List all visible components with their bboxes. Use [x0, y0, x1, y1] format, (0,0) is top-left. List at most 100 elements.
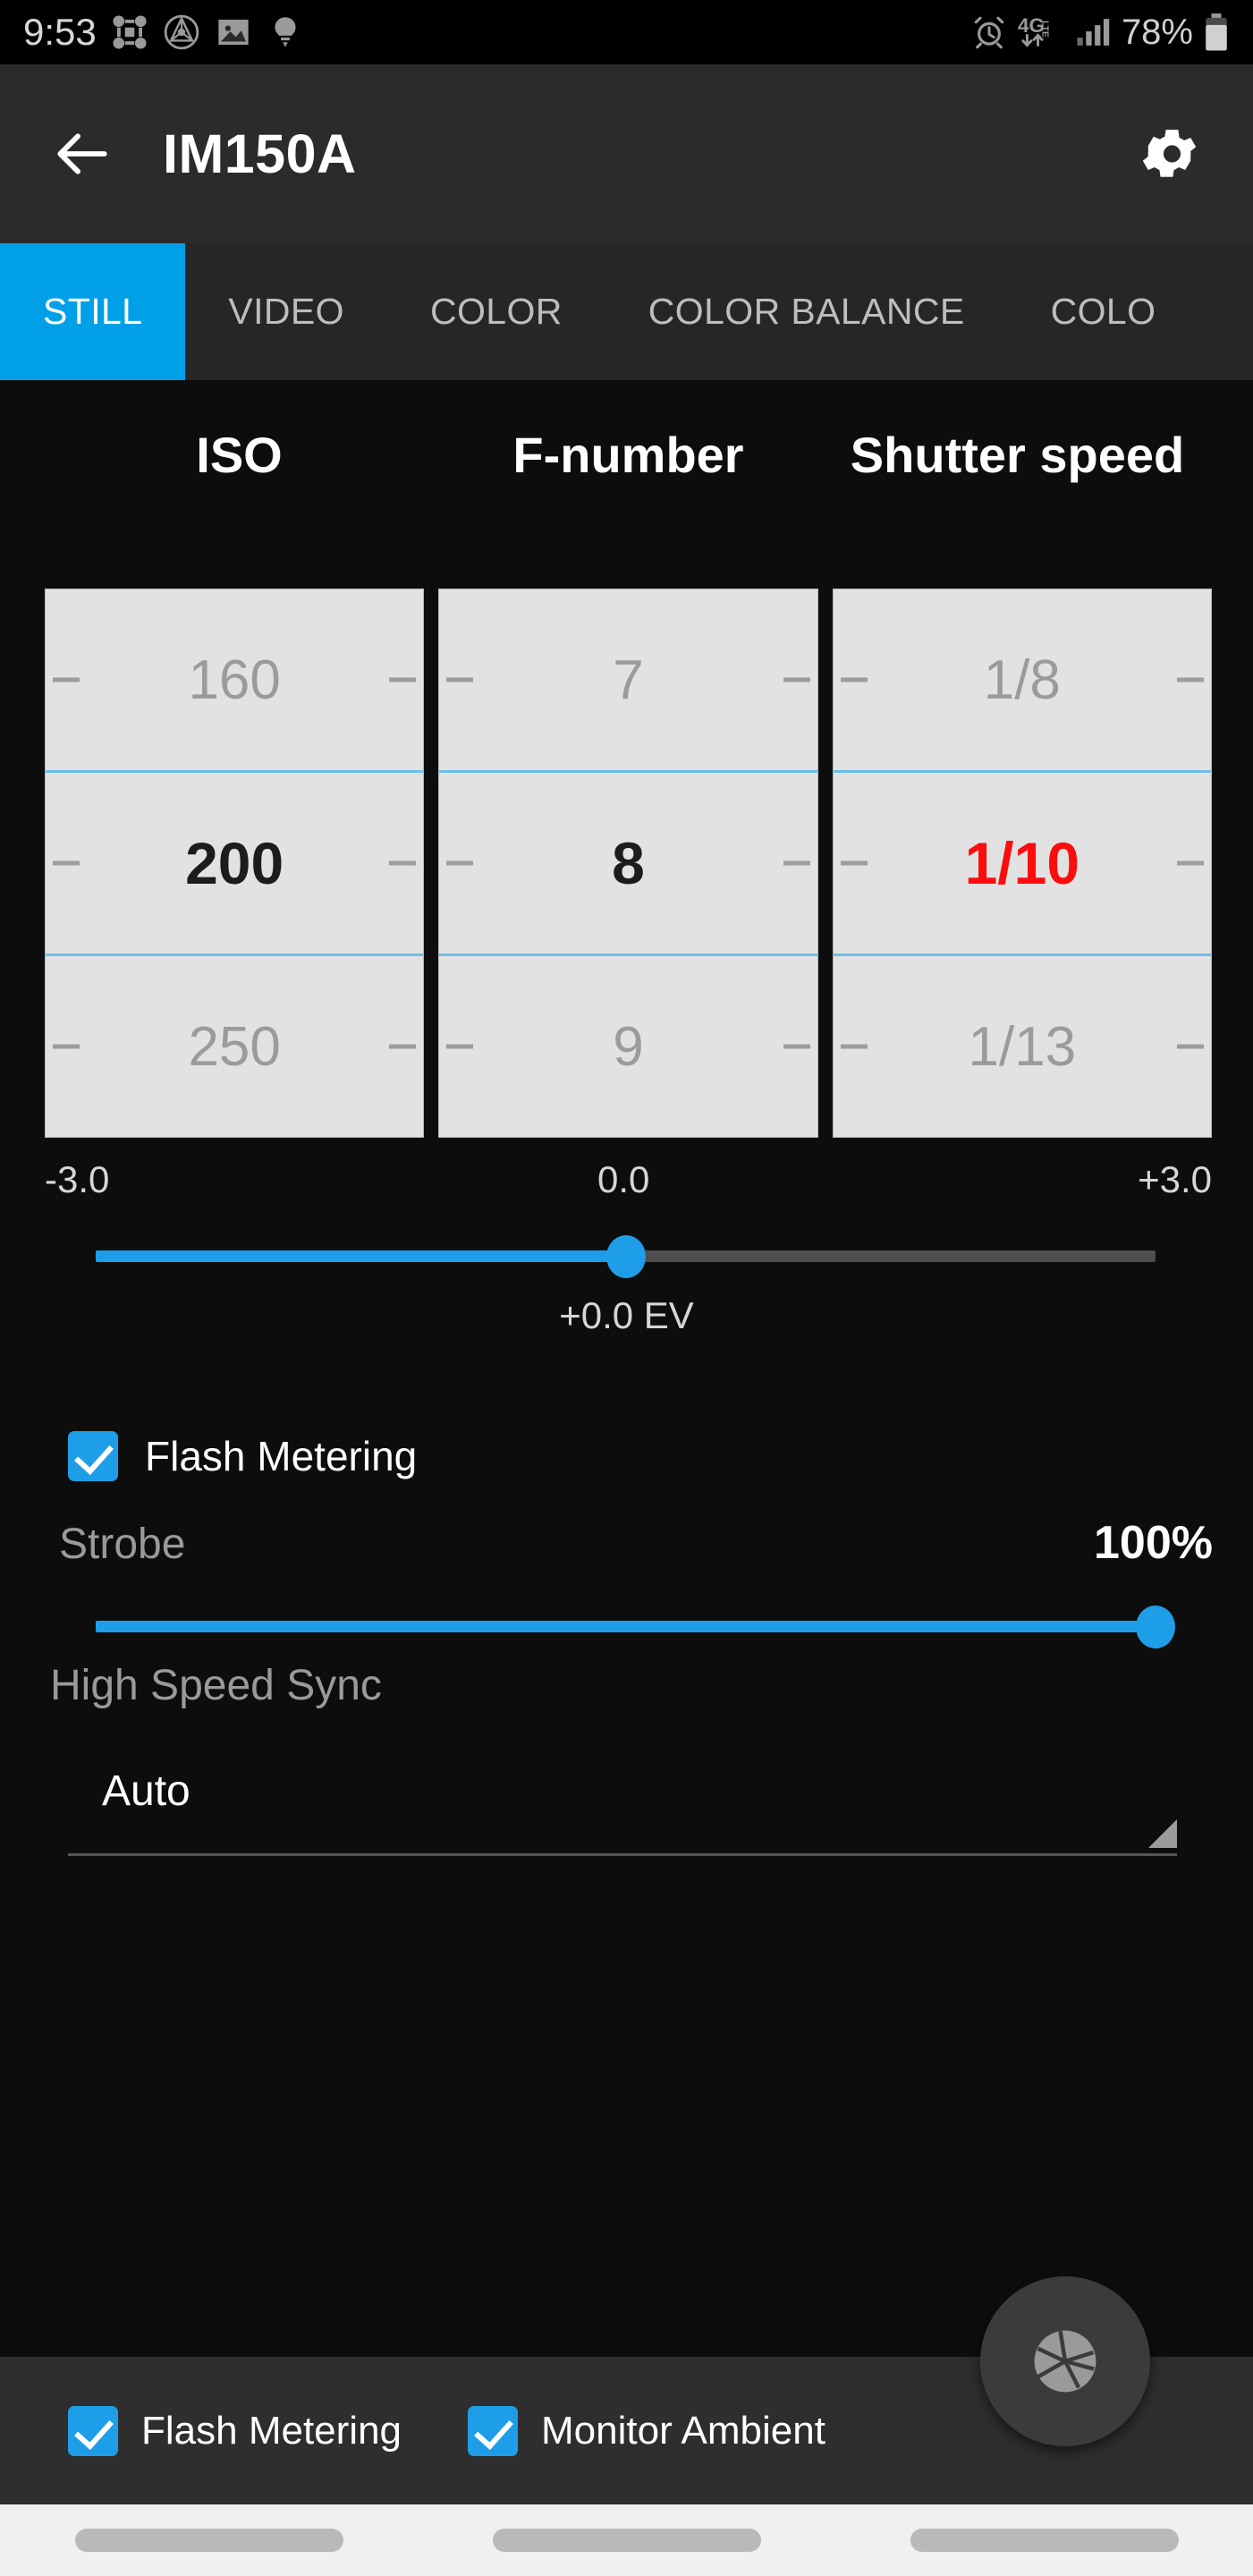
tab-color-overflow[interactable]: COLO — [1008, 243, 1199, 380]
picker-selected-label: 200 — [185, 830, 284, 896]
arrow-left-icon — [57, 133, 107, 174]
tab-video[interactable]: VIDEO — [185, 243, 387, 380]
ev-slider-thumb[interactable] — [605, 1235, 646, 1278]
strobe-slider-thumb[interactable] — [1136, 1606, 1175, 1648]
tab-bar[interactable]: STILL VIDEO COLOR COLOR BALANCE COLO — [0, 243, 1253, 380]
dropdown-triangle-icon — [1148, 1819, 1177, 1848]
picker-option-label: 7 — [613, 648, 644, 711]
tick-mark-right-icon — [1176, 860, 1204, 866]
picker-option-label: 1/8 — [983, 648, 1061, 711]
strobe-row: Strobe 100% — [59, 1516, 1213, 1570]
picker-title-shutter-speed: Shutter speed — [850, 427, 1185, 483]
picker-option-below[interactable]: 250 — [46, 956, 423, 1137]
bottom-monitor-ambient-label: Monitor Ambient — [541, 2408, 825, 2453]
strobe-slider[interactable] — [96, 1606, 1175, 1648]
exposure-compensation-block: -3.0 0.0 +3.0 +0.0 EV — [0, 1158, 1253, 1373]
settings-button[interactable] — [1128, 111, 1214, 197]
tab-color[interactable]: COLOR — [387, 243, 605, 380]
tick-mark-left-icon — [446, 860, 474, 866]
flash-metering-checkbox-row[interactable]: Flash Metering — [68, 1431, 417, 1481]
tick-mark-left-icon — [53, 1044, 80, 1049]
android-navigation-bar — [0, 2504, 1253, 2576]
gear-icon — [1142, 130, 1197, 177]
tick-mark-right-icon — [783, 1044, 810, 1049]
tick-mark-right-icon — [1176, 677, 1204, 682]
bottom-monitor-ambient-row[interactable]: Monitor Ambient — [468, 2405, 825, 2456]
svg-text:LTE: LTE — [1040, 21, 1050, 38]
lightbulb-icon — [275, 17, 296, 47]
strobe-slider-fill — [96, 1621, 1156, 1632]
ev-scale-labels: -3.0 0.0 +3.0 — [45, 1158, 1212, 1201]
flash-metering-label: Flash Metering — [145, 1433, 418, 1479]
tick-mark-left-icon — [53, 677, 80, 682]
tab-still[interactable]: STILL — [0, 243, 186, 380]
status-bar: 9:53 4G LTE 78% — [0, 0, 1253, 64]
node-cluster-icon — [113, 15, 147, 49]
checkbox-checked-icon[interactable] — [468, 2405, 519, 2456]
status-bar-right: 4G LTE 78% — [970, 13, 1230, 53]
tick-mark-left-icon — [840, 860, 868, 866]
picker-fnumber[interactable]: 7 8 9 — [438, 589, 818, 1138]
ev-slider[interactable] — [96, 1235, 1156, 1278]
picker-title-iso: ISO — [196, 427, 283, 483]
bottom-flash-metering-row[interactable]: Flash Metering — [68, 2405, 402, 2456]
picker-option-above[interactable]: 1/8 — [834, 589, 1211, 770]
tick-mark-right-icon — [783, 677, 810, 682]
tab-label: COLOR — [429, 291, 563, 332]
tick-mark-right-icon — [389, 860, 417, 866]
back-button[interactable] — [39, 111, 125, 197]
battery-icon — [1206, 13, 1227, 51]
picker-group: 160 200 250 7 8 9 1/8 1/10 1/13 — [45, 589, 1212, 1138]
alarm-icon — [974, 16, 1004, 49]
ev-mid-label: 0.0 — [597, 1158, 650, 1200]
tick-mark-right-icon — [389, 677, 417, 682]
picker-option-selected[interactable]: 200 — [46, 770, 424, 956]
picker-option-above[interactable]: 160 — [46, 589, 423, 770]
picker-shutter-speed[interactable]: 1/8 1/10 1/13 — [832, 589, 1212, 1138]
picker-option-label: 1/13 — [968, 1015, 1077, 1078]
ev-max-label: +3.0 — [1138, 1158, 1212, 1200]
tab-label: STILL — [43, 291, 143, 332]
high-speed-sync-value: Auto — [102, 1767, 190, 1815]
checkbox-checked-icon[interactable] — [68, 2405, 118, 2456]
tick-mark-left-icon — [446, 677, 474, 682]
nav-back-button[interactable] — [910, 2529, 1179, 2552]
picker-iso[interactable]: 160 200 250 — [45, 589, 425, 1138]
checkbox-checked-icon[interactable] — [68, 1431, 118, 1481]
high-speed-sync-label: High Speed Sync — [50, 1662, 382, 1709]
ev-value-label: +0.0 EV — [559, 1294, 694, 1336]
strobe-value-label: 100% — [1094, 1517, 1213, 1569]
image-icon — [218, 20, 249, 45]
picker-option-above[interactable]: 7 — [439, 589, 817, 770]
tick-mark-right-icon — [783, 860, 810, 866]
tick-mark-right-icon — [1176, 1044, 1204, 1049]
picker-option-label: 160 — [188, 648, 281, 711]
signal-bars-icon — [1077, 19, 1110, 46]
picker-headers: ISO F-number Shutter speed — [45, 380, 1212, 589]
picker-option-label: 9 — [613, 1015, 644, 1078]
picker-option-below[interactable]: 9 — [439, 956, 817, 1137]
picker-title-fnumber: F-number — [512, 427, 744, 483]
compass-circle-icon — [164, 14, 199, 50]
picker-option-selected[interactable]: 8 — [439, 770, 817, 956]
nav-home-button[interactable] — [492, 2529, 761, 2552]
nav-recents-button[interactable] — [74, 2529, 343, 2552]
bottom-flash-metering-label: Flash Metering — [141, 2408, 402, 2453]
tick-mark-left-icon — [840, 1044, 868, 1049]
4g-lte-icon: 4G LTE — [1018, 14, 1050, 47]
strobe-label: Strobe — [59, 1521, 186, 1568]
tab-color-balance[interactable]: COLOR BALANCE — [605, 243, 1008, 380]
main-content: ISO F-number Shutter speed 160 200 250 7… — [0, 380, 1253, 2357]
status-clock: 9:53 — [23, 11, 97, 53]
tab-label: COLOR BALANCE — [648, 291, 965, 332]
app-bar: IM150A — [0, 64, 1253, 243]
shutter-fab-button[interactable] — [980, 2276, 1150, 2446]
tick-mark-right-icon — [389, 1044, 417, 1049]
page-title: IM150A — [163, 123, 357, 184]
battery-percent-label: 78% — [1121, 12, 1193, 52]
tick-mark-left-icon — [840, 677, 868, 682]
picker-option-below[interactable]: 1/13 — [834, 956, 1211, 1137]
tab-label: VIDEO — [228, 291, 344, 332]
high-speed-sync-dropdown[interactable]: Auto — [68, 1758, 1177, 1856]
picker-option-selected[interactable]: 1/10 — [833, 770, 1211, 956]
